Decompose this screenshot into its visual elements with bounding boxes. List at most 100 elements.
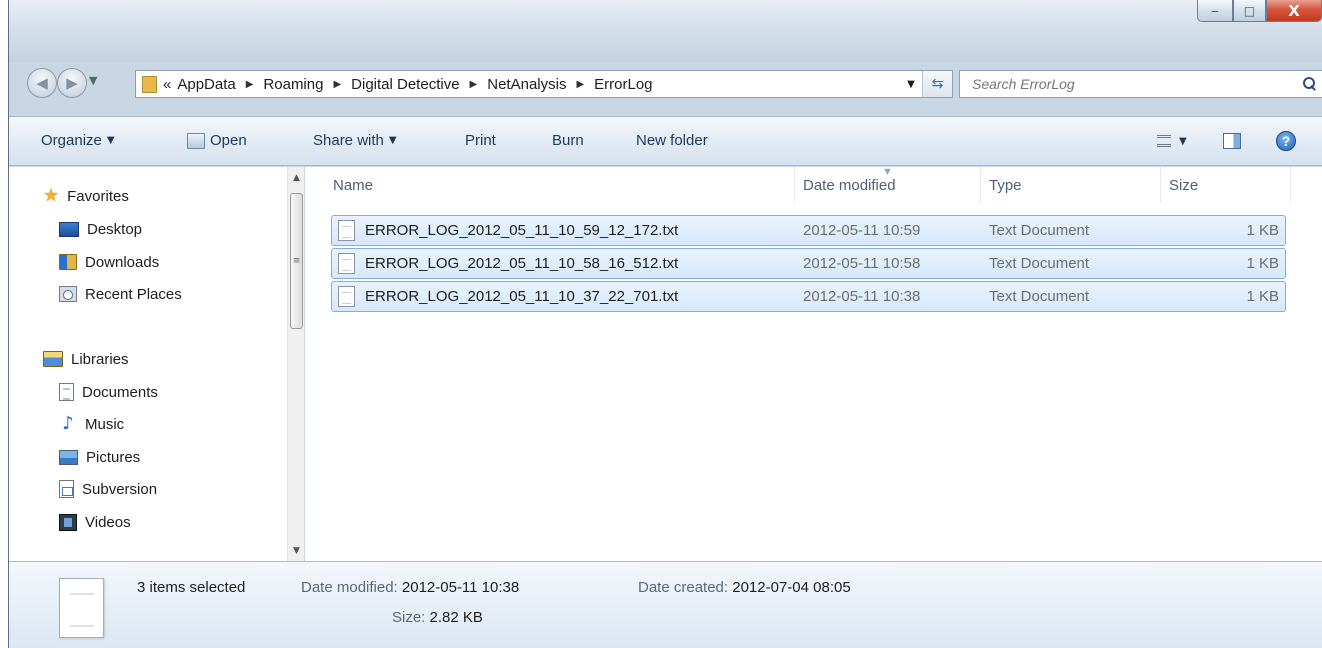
forward-button[interactable]: ▶: [57, 68, 87, 98]
breadcrumb-errorlog[interactable]: ErrorLog: [594, 76, 652, 93]
breadcrumb-appdata[interactable]: AppData: [177, 76, 235, 93]
nav-favorites[interactable]: ★ Favorites: [43, 182, 129, 210]
nav-recent-places-label: Recent Places: [85, 285, 182, 303]
nav-videos[interactable]: Videos: [59, 508, 131, 536]
breadcrumb-separator-icon[interactable]: ▶: [470, 79, 478, 90]
explorer-window: ‒ □ X ◀ ▶ ▼ « AppData ▶ Roaming ▶ Digita…: [8, 0, 1322, 648]
refresh-button[interactable]: ⇆: [922, 71, 952, 97]
close-button[interactable]: X: [1266, 0, 1322, 22]
minimize-button[interactable]: ‒: [1197, 0, 1233, 22]
date-created-value: 2012-07-04 08:05: [732, 579, 851, 596]
column-header-type[interactable]: Type: [981, 167, 1161, 203]
address-bar[interactable]: « AppData ▶ Roaming ▶ Digital Detective …: [135, 70, 953, 98]
recent-pages-dropdown[interactable]: ▼: [89, 74, 97, 87]
nav-music-label: Music: [85, 415, 125, 433]
column-header-date-modified[interactable]: ▼ Date modified: [795, 167, 981, 203]
chevron-down-icon: ▼: [388, 135, 397, 146]
nav-downloads[interactable]: Downloads: [59, 248, 159, 276]
burn-button[interactable]: Burn: [552, 132, 584, 149]
back-arrow-icon: ◀: [36, 74, 48, 92]
file-type: Text Document: [989, 288, 1090, 305]
music-note-icon: ♪: [62, 413, 74, 434]
forward-arrow-icon: ▶: [66, 74, 78, 92]
print-button[interactable]: Print: [465, 132, 496, 149]
folder-icon: [142, 75, 157, 93]
breadcrumb-netanalysis[interactable]: NetAnalysis: [487, 76, 566, 93]
nav-documents-label: Documents: [82, 383, 158, 401]
breadcrumb-roaming[interactable]: Roaming: [263, 76, 323, 93]
search-icon[interactable]: [1302, 76, 1318, 92]
scroll-down-icon[interactable]: ▼: [288, 542, 305, 559]
details-pane: 3 items selected Date modified: 2012-05-…: [9, 561, 1322, 648]
scroll-up-icon[interactable]: ▲: [288, 169, 305, 186]
nav-subversion[interactable]: Subversion: [59, 475, 157, 503]
address-dropdown-icon[interactable]: ▼: [900, 79, 922, 90]
column-header-name[interactable]: Name: [325, 167, 795, 203]
maximize-button[interactable]: □: [1233, 0, 1266, 22]
file-row[interactable]: ERROR_LOG_2012_05_11_10_37_22_701.txt 20…: [331, 281, 1286, 312]
nav-desktop-label: Desktop: [87, 220, 143, 238]
column-name-label: Name: [333, 176, 374, 194]
selection-count-text: 3 items selected: [137, 579, 246, 596]
column-header-size[interactable]: Size: [1161, 167, 1291, 203]
detail-date-created: Date created: 2012-07-04 08:05: [638, 579, 851, 596]
nav-desktop[interactable]: Desktop: [59, 215, 142, 243]
nav-documents[interactable]: Documents: [59, 378, 158, 406]
search-input[interactable]: [970, 75, 1270, 93]
breadcrumb-separator-icon[interactable]: ▶: [576, 79, 584, 90]
change-view-button[interactable]: ▼: [1157, 135, 1187, 147]
size-label: Size:: [392, 609, 426, 626]
date-modified-value: 2012-05-11 10:38: [401, 579, 520, 596]
star-icon: ★: [43, 185, 60, 206]
open-button[interactable]: Open: [187, 132, 247, 149]
nav-music[interactable]: ♪ Music: [59, 410, 124, 438]
nav-pictures-label: Pictures: [86, 448, 141, 466]
nav-scrollbar[interactable]: ▲ ≡ ▼: [287, 167, 304, 561]
subversion-icon: [59, 480, 74, 498]
date-created-label: Date created:: [638, 579, 729, 596]
file-date: 2012-05-11 10:59: [803, 222, 921, 239]
share-with-button[interactable]: Share with ▼: [313, 132, 397, 149]
command-bar: Organize ▼ Open Share with ▼ Print Burn …: [9, 116, 1322, 166]
file-size: 1 KB: [1246, 222, 1279, 239]
column-type-label: Type: [989, 176, 1022, 194]
refresh-icon: ⇆: [931, 76, 944, 92]
search-box[interactable]: [959, 70, 1322, 98]
minimize-icon: ‒: [1211, 3, 1219, 18]
desktop-icon: [59, 221, 79, 237]
navigation-pane: ★ Favorites Desktop Downloads Recent Pla…: [9, 167, 304, 561]
file-date: 2012-05-11 10:38: [803, 288, 921, 305]
nav-libraries[interactable]: Libraries: [43, 345, 129, 373]
file-name: ERROR_LOG_2012_05_11_10_59_12_172.txt: [365, 222, 679, 239]
documents-icon: [59, 383, 74, 401]
scroll-thumb[interactable]: ≡: [290, 193, 303, 329]
film-icon: [59, 513, 77, 531]
help-icon[interactable]: ?: [1276, 131, 1296, 151]
breadcrumb-digital-detective[interactable]: Digital Detective: [351, 76, 459, 93]
back-button[interactable]: ◀: [27, 68, 57, 98]
address-row: ◀ ▶ ▼ « AppData ▶ Roaming ▶ Digital Dete…: [9, 64, 1322, 104]
breadcrumb-separator-icon[interactable]: ▶: [333, 79, 341, 90]
file-list: Name ▼ Date modified Type Size ERROR_LOG…: [305, 167, 1322, 561]
nav-subversion-label: Subversion: [82, 480, 158, 498]
selection-count: 3 items selected: [137, 579, 245, 596]
file-type: Text Document: [989, 255, 1090, 272]
size-value: 2.82 KB: [429, 609, 483, 626]
file-row[interactable]: ERROR_LOG_2012_05_11_10_58_16_512.txt 20…: [331, 248, 1286, 279]
nav-recent-places[interactable]: Recent Places: [59, 280, 182, 308]
share-with-label: Share with: [313, 132, 384, 149]
breadcrumb-overflow[interactable]: «: [163, 76, 171, 93]
text-file-icon: [338, 253, 355, 274]
preview-pane-icon[interactable]: [1223, 133, 1241, 149]
detail-size: Size: 2.82 KB: [392, 609, 483, 626]
nav-pictures[interactable]: Pictures: [59, 443, 140, 471]
maximize-icon: □: [1243, 3, 1256, 18]
new-folder-button[interactable]: New folder: [636, 132, 708, 149]
organize-button[interactable]: Organize ▼: [41, 132, 115, 149]
breadcrumb-separator-icon[interactable]: ▶: [246, 79, 254, 90]
title-bar[interactable]: ‒ □ X: [9, 0, 1322, 62]
file-row[interactable]: ERROR_LOG_2012_05_11_10_59_12_172.txt 20…: [331, 215, 1286, 246]
detail-date-modified: Date modified: 2012-05-11 10:38: [301, 579, 519, 596]
print-label: Print: [465, 132, 496, 149]
chevron-down-icon: ▼: [1179, 135, 1187, 147]
